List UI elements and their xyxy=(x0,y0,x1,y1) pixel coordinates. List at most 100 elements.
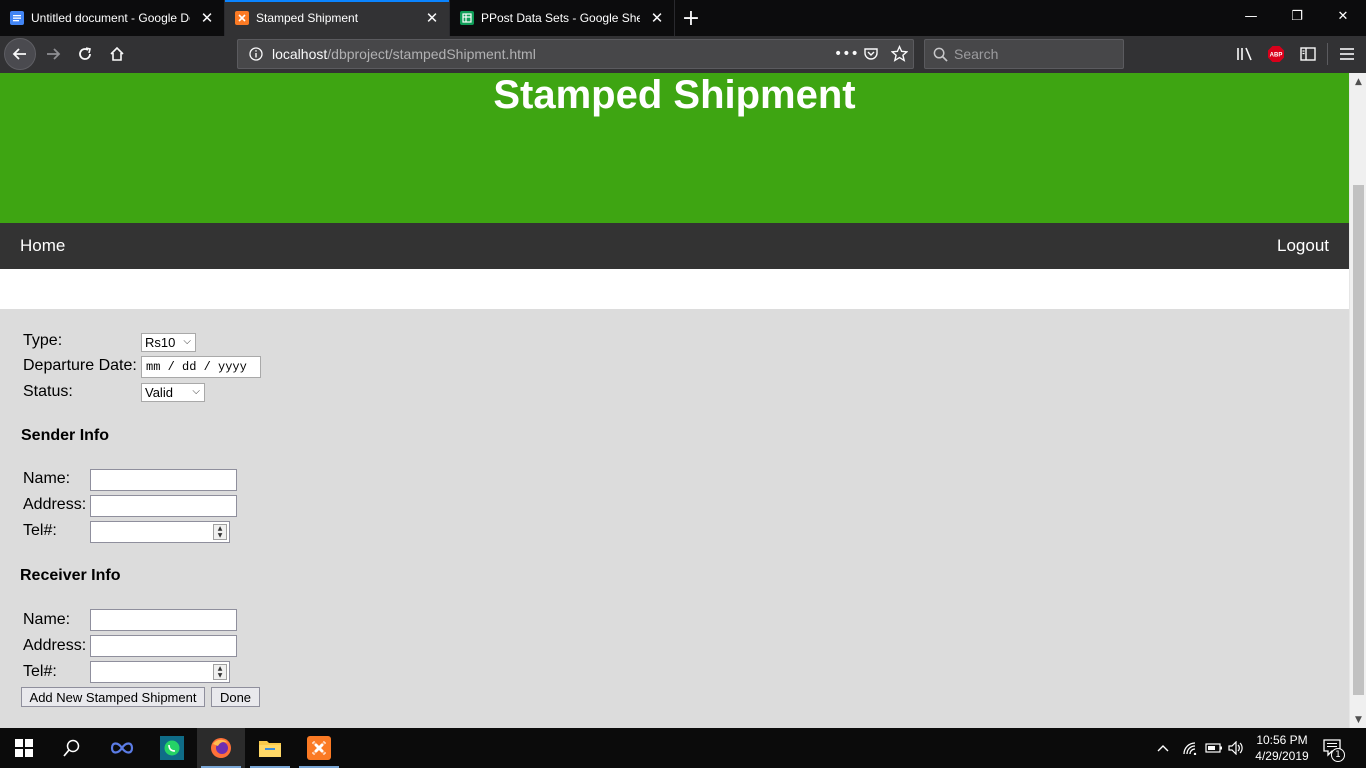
sidebar-icon[interactable] xyxy=(1298,44,1318,64)
sender-address-label: Address: xyxy=(23,496,87,513)
sender-name-input[interactable] xyxy=(90,469,237,491)
system-clock[interactable]: 10:56 PM 4/29/2019 xyxy=(1247,732,1317,764)
status-value: Valid xyxy=(145,385,173,400)
tab-title: PPost Data Sets - Google Sheets xyxy=(481,11,640,25)
google-docs-icon xyxy=(10,11,24,25)
receiver-address-input[interactable] xyxy=(90,635,237,657)
close-tab-icon[interactable]: ✕ xyxy=(646,7,668,29)
clock-date: 4/29/2019 xyxy=(1255,749,1309,763)
restore-icon[interactable]: ❐ xyxy=(1274,0,1320,32)
receiver-info-heading: Receiver Info xyxy=(20,567,121,584)
battery-icon[interactable] xyxy=(1205,728,1223,768)
forward-icon[interactable] xyxy=(37,38,69,70)
taskbar: 10:56 PM 4/29/2019 1 xyxy=(0,728,1366,768)
back-icon[interactable] xyxy=(4,38,36,70)
infinity-app-icon[interactable] xyxy=(98,728,146,768)
receiver-tel-label: Tel#: xyxy=(23,663,57,680)
number-stepper[interactable]: ▲ ▼ xyxy=(213,524,227,540)
page-actions-icon[interactable]: ••• xyxy=(834,46,859,62)
file-explorer-icon[interactable] xyxy=(246,728,294,768)
new-tab-icon[interactable]: + xyxy=(675,0,707,36)
top-nav: Home Logout xyxy=(0,223,1349,269)
chevron-down-icon: ⌵ xyxy=(192,386,200,397)
receiver-tel-input[interactable]: ▲ ▼ xyxy=(90,661,230,683)
date-placeholder: mm / dd / yyyy xyxy=(146,360,247,374)
tab-strip: Untitled document - Google Do ✕ Stamped … xyxy=(0,0,1366,36)
action-center-icon[interactable]: 1 xyxy=(1323,728,1345,768)
page-viewport: Stamped Shipment Home Logout Type: Rs10 … xyxy=(0,73,1366,728)
info-icon[interactable] xyxy=(248,46,264,62)
tab-title: Stamped Shipment xyxy=(256,11,359,25)
sender-tel-label: Tel#: xyxy=(23,522,57,539)
scroll-up-icon[interactable]: ▲ xyxy=(1350,73,1366,90)
url-path: /dbproject/stampedShipment.html xyxy=(327,46,536,62)
volume-icon[interactable] xyxy=(1228,728,1244,768)
wifi-icon[interactable] xyxy=(1182,728,1198,768)
spacer-band xyxy=(0,269,1349,309)
chevron-down-icon: ⌵ xyxy=(183,336,191,347)
page-title: Stamped Shipment xyxy=(493,73,856,117)
url-host: localhost xyxy=(272,46,328,62)
show-hidden-icons-icon[interactable] xyxy=(1157,728,1169,768)
xampp-icon xyxy=(235,11,249,25)
departure-date-label: Departure Date: xyxy=(23,357,137,374)
type-select[interactable]: Rs10 ⌵ xyxy=(141,333,196,352)
home-icon[interactable] xyxy=(101,38,133,70)
type-label: Type: xyxy=(23,332,63,349)
minimize-icon[interactable]: — xyxy=(1228,0,1274,32)
scrollbar-thumb[interactable] xyxy=(1353,185,1364,695)
sender-tel-input[interactable]: ▲ ▼ xyxy=(90,521,230,543)
nav-logout-link[interactable]: Logout xyxy=(1277,236,1329,256)
receiver-name-input[interactable] xyxy=(90,609,237,631)
sender-info-heading: Sender Info xyxy=(21,427,110,444)
google-sheets-icon xyxy=(460,11,474,25)
library-icon[interactable] xyxy=(1235,44,1255,64)
scroll-down-icon[interactable]: ▼ xyxy=(1350,711,1366,728)
search-icon xyxy=(933,47,948,62)
page-header: Stamped Shipment xyxy=(0,73,1349,223)
stepper-down-icon[interactable]: ▼ xyxy=(214,532,226,539)
receiver-name-label: Name: xyxy=(23,611,71,628)
close-tab-icon[interactable]: ✕ xyxy=(421,7,443,29)
url-bar[interactable]: localhost/dbproject/stampedShipment.html… xyxy=(237,39,914,69)
tab-title: Untitled document - Google Do xyxy=(31,11,190,25)
done-button[interactable]: Done xyxy=(211,687,260,707)
page-scrollbar[interactable]: ▲ ▼ xyxy=(1349,73,1366,728)
notification-badge: 1 xyxy=(1331,748,1345,762)
menu-icon[interactable] xyxy=(1337,44,1357,64)
nav-home-link[interactable]: Home xyxy=(20,236,65,256)
url-text: localhost/dbproject/stampedShipment.html xyxy=(272,46,536,62)
toolbar-divider xyxy=(1327,43,1328,65)
close-window-icon[interactable]: ✕ xyxy=(1320,0,1366,32)
pocket-icon[interactable] xyxy=(863,46,879,67)
stepper-down-icon[interactable]: ▼ xyxy=(214,672,226,679)
clock-time: 10:56 PM xyxy=(1256,733,1308,747)
departure-date-input[interactable]: mm / dd / yyyy xyxy=(141,356,261,378)
close-tab-icon[interactable]: ✕ xyxy=(196,7,218,29)
stepper-up-icon[interactable]: ▲ xyxy=(214,525,226,532)
whatsapp-icon[interactable] xyxy=(148,728,196,768)
search-bar[interactable] xyxy=(924,39,1124,69)
tab-google-docs[interactable]: Untitled document - Google Do ✕ xyxy=(0,0,225,36)
bookmark-star-icon[interactable] xyxy=(890,44,909,67)
search-icon[interactable] xyxy=(48,728,96,768)
type-value: Rs10 xyxy=(145,335,176,350)
status-label: Status: xyxy=(23,383,73,400)
firefox-icon[interactable] xyxy=(197,728,245,768)
windows-start-icon[interactable] xyxy=(0,728,48,768)
add-stamped-shipment-button[interactable]: Add New Stamped Shipment xyxy=(21,687,205,707)
receiver-address-label: Address: xyxy=(23,637,87,654)
shipment-form: Type: Rs10 ⌵ Departure Date: mm / dd / y… xyxy=(0,309,1349,728)
search-input[interactable] xyxy=(954,46,1104,62)
adblock-icon[interactable]: ABP xyxy=(1266,44,1286,64)
tab-stamped-shipment[interactable]: Stamped Shipment ✕ xyxy=(225,0,450,36)
sender-name-label: Name: xyxy=(23,470,71,487)
stepper-up-icon[interactable]: ▲ xyxy=(214,665,226,672)
status-select[interactable]: Valid ⌵ xyxy=(141,383,205,402)
reload-icon[interactable] xyxy=(69,38,101,70)
xampp-icon[interactable] xyxy=(295,728,343,768)
nav-toolbar: localhost/dbproject/stampedShipment.html… xyxy=(0,36,1366,73)
number-stepper[interactable]: ▲ ▼ xyxy=(213,664,227,680)
tab-google-sheets[interactable]: PPost Data Sets - Google Sheets ✕ xyxy=(450,0,675,36)
sender-address-input[interactable] xyxy=(90,495,237,517)
